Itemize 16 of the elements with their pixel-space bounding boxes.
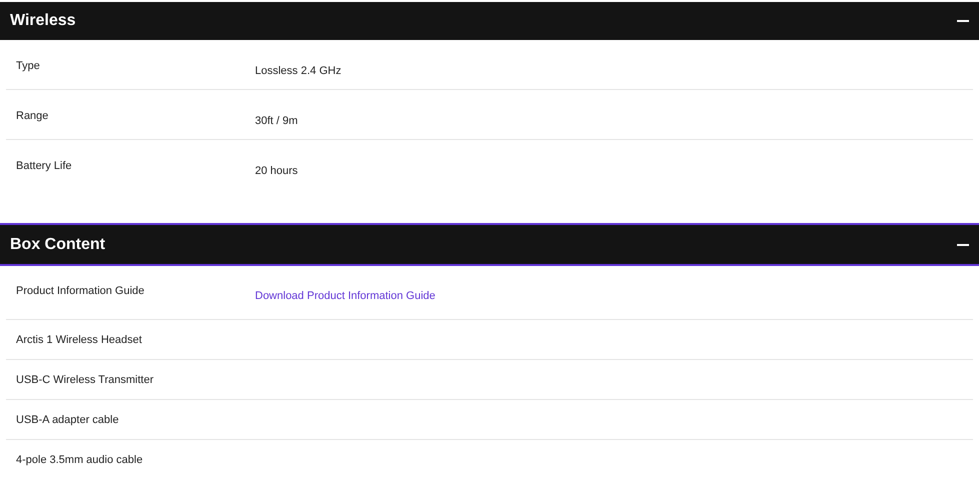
spec-label: Arctis 1 Wireless Headset bbox=[16, 334, 143, 346]
spec-label: USB-A adapter cable bbox=[16, 414, 120, 426]
spec-label: 4-pole 3.5mm audio cable bbox=[16, 454, 144, 466]
section-header[interactable]: Box Content bbox=[0, 223, 979, 266]
spec-label: Product Information Guide bbox=[16, 285, 146, 297]
section-header[interactable]: Wireless bbox=[0, 2, 979, 40]
section-title: Box Content bbox=[10, 236, 106, 254]
spec-label: USB-C Wireless Transmitter bbox=[16, 374, 155, 386]
spec-label: Battery Life bbox=[16, 160, 73, 172]
spec-label: Type bbox=[16, 60, 41, 72]
spec-value: 20 hours bbox=[255, 165, 298, 177]
spec-value: Lossless 2.4 GHz bbox=[255, 65, 342, 77]
spec-label: Range bbox=[16, 110, 50, 122]
download-link[interactable]: Download Product Information Guide bbox=[255, 290, 436, 302]
spec-value: 30ft / 9m bbox=[255, 115, 298, 127]
section-title: Wireless bbox=[10, 12, 76, 30]
